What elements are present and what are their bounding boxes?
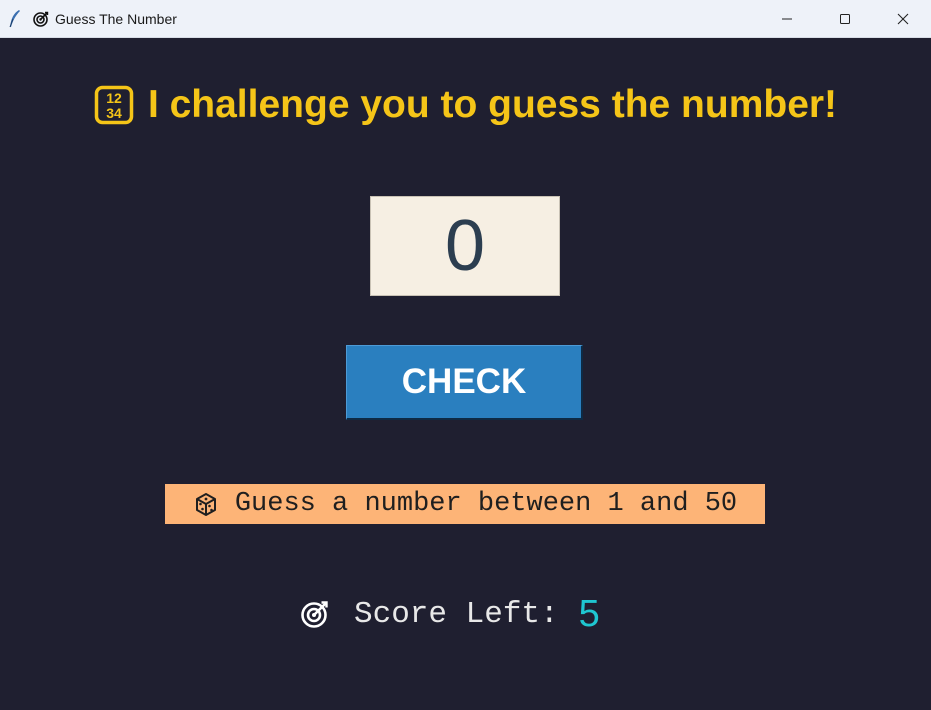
score-label: Score Left:: [354, 596, 559, 632]
title-bar[interactable]: Guess The Number: [0, 0, 931, 38]
check-button[interactable]: CHECK: [346, 345, 583, 420]
close-icon: [897, 13, 909, 24]
maximize-button[interactable]: [816, 0, 874, 37]
direct-hit-icon: [301, 601, 328, 628]
close-button[interactable]: [874, 0, 931, 37]
minimize-icon: [782, 18, 792, 19]
dice-icon: [195, 493, 216, 516]
direct-hit-icon: [33, 11, 49, 27]
svg-text:34: 34: [106, 105, 122, 121]
hint-text: Guess a number between 1 and 50: [234, 489, 738, 519]
input-numbers-icon: 12 34: [94, 85, 134, 125]
app-window: Guess The Number 12 34 I challenge you t…: [0, 0, 931, 710]
score-row: Score Left: 5: [300, 592, 600, 636]
challenge-heading: 12 34 I challenge you to guess the numbe…: [0, 81, 931, 129]
minimize-button[interactable]: [758, 0, 816, 37]
score-value: 5: [578, 592, 600, 635]
heading-text: I challenge you to guess the number!: [147, 83, 838, 126]
window-title: Guess The Number: [55, 11, 177, 27]
maximize-icon: [840, 13, 850, 24]
svg-text:12: 12: [106, 90, 122, 106]
guess-entry[interactable]: 0: [370, 196, 560, 296]
hint-label: Guess a number between 1 and 50: [165, 484, 765, 524]
feather-icon: [9, 10, 20, 28]
